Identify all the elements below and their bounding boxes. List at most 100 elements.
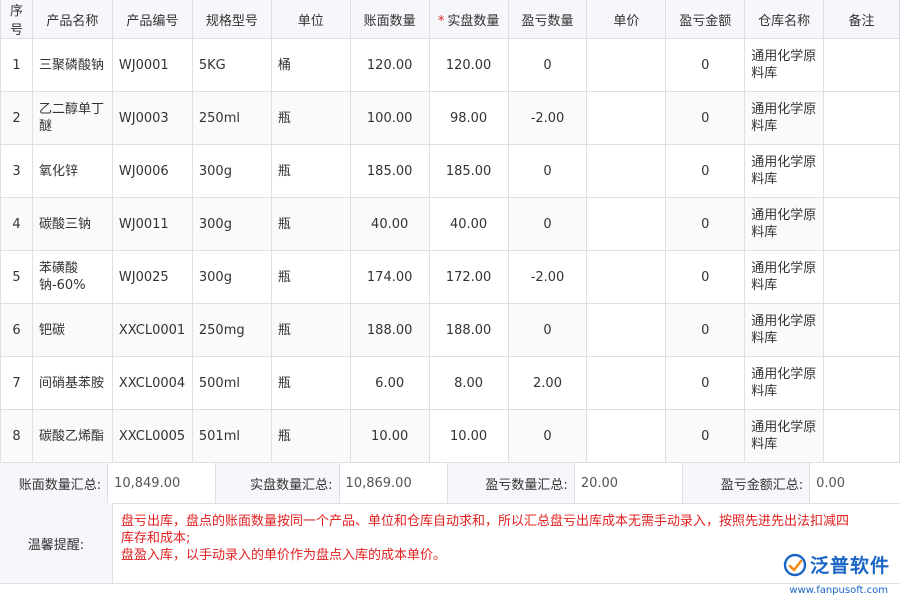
table-row[interactable]: 6 钯碳 XXCL0001 250mg 瓶 188.00 188.00 0 0 … xyxy=(1,304,900,357)
cell-unit: 瓶 xyxy=(271,304,350,357)
cell-diff-amount: 0 xyxy=(666,39,745,92)
cell-spec: 501ml xyxy=(192,410,271,463)
cell-actual-qty[interactable]: 98.00 xyxy=(429,92,508,145)
cell-unit: 瓶 xyxy=(271,251,350,304)
cell-unit: 桶 xyxy=(271,39,350,92)
cell-unit: 瓶 xyxy=(271,92,350,145)
cell-diff-amount: 0 xyxy=(666,145,745,198)
cell-spec: 500ml xyxy=(192,357,271,410)
cell-actual-qty[interactable]: 172.00 xyxy=(429,251,508,304)
cell-spec: 300g xyxy=(192,145,271,198)
cell-warehouse: 通用化学原料库 xyxy=(745,39,824,92)
summary-diff-value: 20.00 xyxy=(574,463,683,503)
cell-name: 乙二醇单丁醚 xyxy=(32,92,112,145)
col-header-book-qty: 账面数量 xyxy=(350,0,429,39)
cell-spec: 300g xyxy=(192,251,271,304)
cell-remark[interactable] xyxy=(824,92,900,145)
summary-amount-label: 盈亏金额汇总: xyxy=(683,463,809,503)
brand-logo-icon xyxy=(783,553,807,577)
brand-url: www.fanpusoft.com xyxy=(789,585,888,596)
cell-diff-qty: 0 xyxy=(508,304,587,357)
cell-remark[interactable] xyxy=(824,304,900,357)
col-header-actual-qty: *实盘数量 xyxy=(429,0,508,39)
notice-label: 温馨提醒: xyxy=(0,503,113,583)
cell-diff-amount: 0 xyxy=(666,357,745,410)
cell-no: 2 xyxy=(1,92,33,145)
cell-name: 苯磺酸钠-60% xyxy=(32,251,112,304)
cell-book-qty: 6.00 xyxy=(350,357,429,410)
cell-diff-qty: 0 xyxy=(508,198,587,251)
cell-diff-qty: 2.00 xyxy=(508,357,587,410)
notice-line: 库存和成本; xyxy=(121,530,900,547)
summary-actual-label: 实盘数量汇总: xyxy=(216,463,338,503)
cell-diff-qty: -2.00 xyxy=(508,251,587,304)
table-row[interactable]: 7 间硝基苯胺 XXCL0004 500ml 瓶 6.00 8.00 2.00 … xyxy=(1,357,900,410)
cell-warehouse: 通用化学原料库 xyxy=(745,357,824,410)
cell-price[interactable] xyxy=(587,145,666,198)
cell-actual-qty[interactable]: 40.00 xyxy=(429,198,508,251)
cell-price[interactable] xyxy=(587,92,666,145)
col-header-warehouse: 仓库名称 xyxy=(745,0,824,39)
cell-price[interactable] xyxy=(587,410,666,463)
cell-no: 8 xyxy=(1,410,33,463)
cell-price[interactable] xyxy=(587,39,666,92)
cell-actual-qty[interactable]: 120.00 xyxy=(429,39,508,92)
cell-remark[interactable] xyxy=(824,357,900,410)
cell-no: 4 xyxy=(1,198,33,251)
cell-price[interactable] xyxy=(587,198,666,251)
cell-diff-amount: 0 xyxy=(666,410,745,463)
cell-actual-qty[interactable]: 188.00 xyxy=(429,304,508,357)
table-row[interactable]: 1 三聚磷酸钠 WJ0001 5KG 桶 120.00 120.00 0 0 通… xyxy=(1,39,900,92)
cell-book-qty: 174.00 xyxy=(350,251,429,304)
table-row[interactable]: 5 苯磺酸钠-60% WJ0025 300g 瓶 174.00 172.00 -… xyxy=(1,251,900,304)
cell-unit: 瓶 xyxy=(271,145,350,198)
cell-remark[interactable] xyxy=(824,410,900,463)
brand-logo: 泛普软件 xyxy=(783,551,890,578)
cell-name: 间硝基苯胺 xyxy=(32,357,112,410)
col-header-actual-qty-label: 实盘数量 xyxy=(447,14,499,29)
cell-warehouse: 通用化学原料库 xyxy=(745,251,824,304)
cell-no: 1 xyxy=(1,39,33,92)
cell-price[interactable] xyxy=(587,251,666,304)
cell-book-qty: 10.00 xyxy=(350,410,429,463)
brand-name: 泛普软件 xyxy=(810,551,890,578)
cell-code: WJ0025 xyxy=(112,251,192,304)
summary-actual-value: 10,869.00 xyxy=(339,463,448,503)
cell-book-qty: 185.00 xyxy=(350,145,429,198)
col-header-name: 产品名称 xyxy=(32,0,112,39)
cell-remark[interactable] xyxy=(824,198,900,251)
notice-section: 温馨提醒: 盘亏出库，盘点的账面数量按同一个产品、单位和仓库自动求和，所以汇总盘… xyxy=(0,503,900,584)
notice-line: 盘亏出库，盘点的账面数量按同一个产品、单位和仓库自动求和，所以汇总盘亏出库成本无… xyxy=(121,513,900,530)
cell-code: XXCL0001 xyxy=(112,304,192,357)
cell-no: 7 xyxy=(1,357,33,410)
col-header-price: 单价 xyxy=(587,0,666,39)
cell-warehouse: 通用化学原料库 xyxy=(745,304,824,357)
cell-name: 钯碳 xyxy=(32,304,112,357)
cell-price[interactable] xyxy=(587,304,666,357)
cell-actual-qty[interactable]: 185.00 xyxy=(429,145,508,198)
summary-amount-value: 0.00 xyxy=(809,463,900,503)
table-row[interactable]: 4 碳酸三钠 WJ0011 300g 瓶 40.00 40.00 0 0 通用化… xyxy=(1,198,900,251)
cell-name: 三聚磷酸钠 xyxy=(32,39,112,92)
cell-remark[interactable] xyxy=(824,145,900,198)
table-row[interactable]: 3 氧化锌 WJ0006 300g 瓶 185.00 185.00 0 0 通用… xyxy=(1,145,900,198)
cell-diff-qty: 0 xyxy=(508,39,587,92)
cell-actual-qty[interactable]: 8.00 xyxy=(429,357,508,410)
cell-price[interactable] xyxy=(587,357,666,410)
cell-no: 6 xyxy=(1,304,33,357)
table-row[interactable]: 8 碳酸乙烯酯 XXCL0005 501ml 瓶 10.00 10.00 0 0… xyxy=(1,410,900,463)
cell-code: WJ0006 xyxy=(112,145,192,198)
notice-message: 盘亏出库，盘点的账面数量按同一个产品、单位和仓库自动求和，所以汇总盘亏出库成本无… xyxy=(113,503,900,583)
cell-book-qty: 188.00 xyxy=(350,304,429,357)
col-header-unit: 单位 xyxy=(271,0,350,39)
cell-remark[interactable] xyxy=(824,39,900,92)
cell-book-qty: 120.00 xyxy=(350,39,429,92)
summary-diff-label: 盈亏数量汇总: xyxy=(448,463,574,503)
table-row[interactable]: 2 乙二醇单丁醚 WJ0003 250ml 瓶 100.00 98.00 -2.… xyxy=(1,92,900,145)
cell-spec: 250mg xyxy=(192,304,271,357)
cell-unit: 瓶 xyxy=(271,357,350,410)
cell-actual-qty[interactable]: 10.00 xyxy=(429,410,508,463)
summary-book-value: 10,849.00 xyxy=(107,463,216,503)
cell-remark[interactable] xyxy=(824,251,900,304)
cell-diff-qty: -2.00 xyxy=(508,92,587,145)
